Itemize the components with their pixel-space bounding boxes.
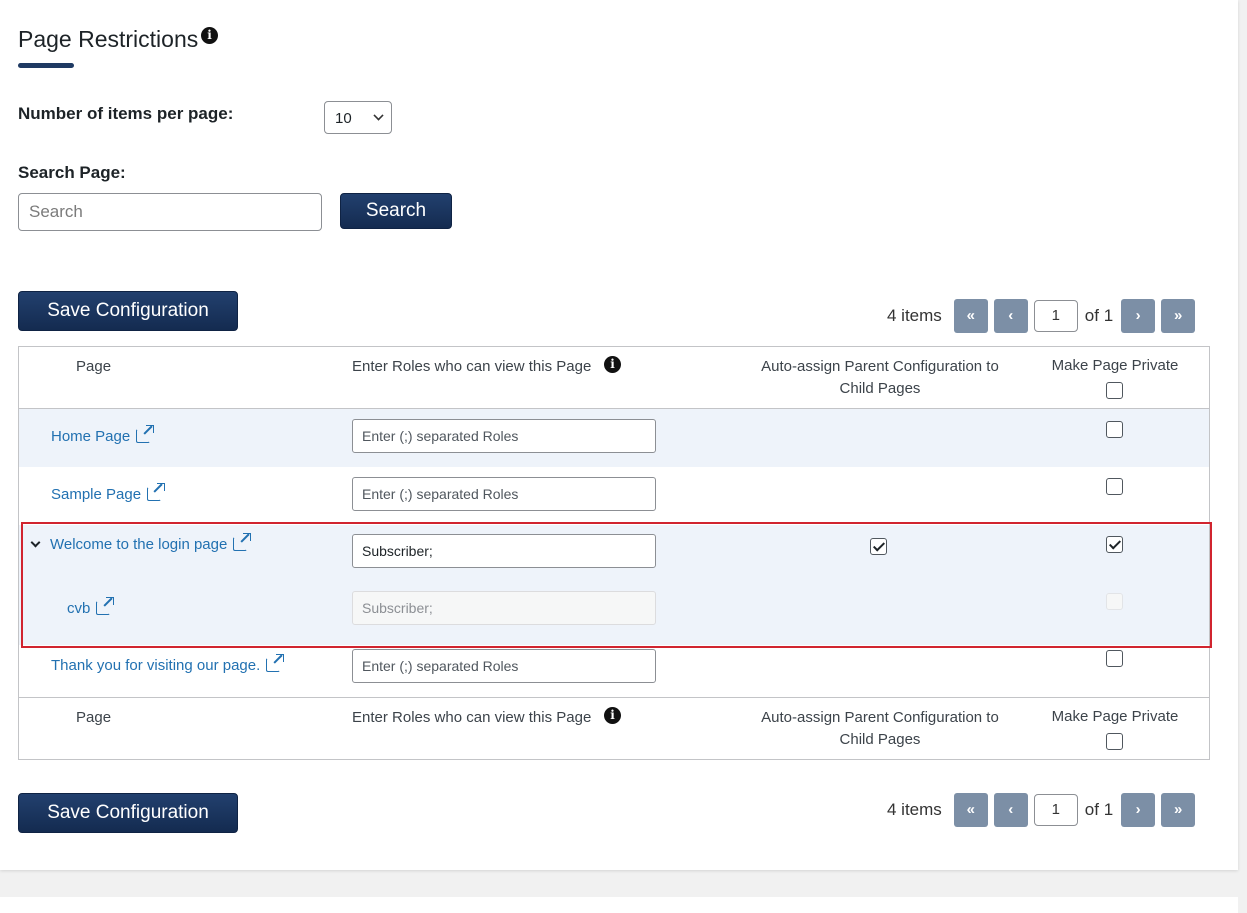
search-button[interactable]: Search (340, 193, 452, 229)
page-title: Page Restrictions (18, 26, 199, 52)
page-of-total: of 1 (1084, 800, 1114, 819)
page-link-sample[interactable]: Sample Page (51, 483, 166, 503)
page-name: Sample Page (51, 486, 142, 503)
table-row: Thank you for visiting our page. (19, 645, 1209, 697)
col-page-footer: Page (76, 709, 112, 726)
page-link-home[interactable]: Home Page (51, 425, 155, 445)
save-configuration-button-top[interactable]: Save Configuration (18, 291, 238, 331)
select-all-private-checkbox[interactable] (1106, 733, 1123, 750)
items-per-page-label: Number of items per page: (18, 104, 234, 123)
external-link-icon[interactable] (136, 425, 155, 443)
col-auto-assign-footer-line1: Auto-assign Parent Configuration to (761, 709, 999, 726)
items-per-page-select[interactable]: 10 (324, 101, 392, 134)
first-page-button[interactable]: « (953, 793, 988, 827)
page-name: Home Page (51, 428, 131, 445)
col-auto-assign-header-line1: Auto-assign Parent Configuration to (761, 358, 999, 375)
items-per-page-value: 10 (335, 110, 352, 127)
title-underline (18, 63, 74, 68)
make-private-checkbox[interactable] (1106, 478, 1123, 495)
next-page-button[interactable]: › (1121, 299, 1156, 333)
page-restrictions-panel: Page Restrictions i Number of items per … (0, 0, 1238, 870)
search-page-label: Search Page: (18, 163, 126, 182)
roles-input[interactable] (352, 649, 656, 683)
info-icon[interactable]: i (201, 27, 218, 44)
external-link-icon[interactable] (266, 654, 285, 672)
prev-page-button[interactable]: ‹ (993, 299, 1028, 333)
col-auto-assign-footer-line2: Child Pages (839, 731, 921, 748)
search-input[interactable] (18, 193, 322, 231)
external-link-icon[interactable] (147, 483, 166, 501)
col-private-footer: Make Page Private (1051, 708, 1179, 725)
table-header: Page Enter Roles who can view this Page … (19, 347, 1209, 409)
make-private-checkbox[interactable] (1106, 421, 1123, 438)
col-private-header: Make Page Private (1051, 357, 1179, 374)
info-icon[interactable]: i (604, 356, 621, 373)
make-private-checkbox[interactable] (1106, 650, 1123, 667)
table-row: Home Page (19, 409, 1209, 467)
current-page-input[interactable]: 1 (1033, 300, 1078, 332)
select-all-private-checkbox[interactable] (1106, 382, 1123, 399)
col-page-header: Page (76, 358, 112, 375)
col-roles-header: Enter Roles who can view this Page (352, 358, 592, 375)
info-icon[interactable]: i (604, 707, 621, 724)
chevron-down-icon (373, 110, 384, 121)
col-roles-footer: Enter Roles who can view this Page (352, 709, 592, 726)
item-count: 4 items (887, 800, 942, 819)
highlight-box (21, 522, 1212, 648)
next-page-button[interactable]: › (1121, 793, 1156, 827)
last-page-button[interactable]: » (1161, 793, 1196, 827)
roles-input[interactable] (352, 477, 656, 511)
page-name: Thank you for visiting our page. (51, 657, 261, 674)
last-page-button[interactable]: » (1161, 299, 1196, 333)
current-page-input[interactable]: 1 (1033, 794, 1078, 826)
roles-input[interactable] (352, 419, 656, 453)
table-footer: Page Enter Roles who can view this Page … (19, 698, 1209, 760)
page-link-thank-you[interactable]: Thank you for visiting our page. (51, 654, 285, 674)
first-page-button[interactable]: « (953, 299, 988, 333)
col-auto-assign-header-line2: Child Pages (839, 380, 921, 397)
next-panel (0, 897, 1238, 913)
table-row: Sample Page (19, 467, 1209, 525)
save-configuration-button-bottom[interactable]: Save Configuration (18, 793, 238, 833)
pagination-bottom: 4 items « ‹ 1 of 1 › » (887, 793, 1201, 827)
page-of-total: of 1 (1084, 306, 1114, 325)
pagination-top: 4 items « ‹ 1 of 1 › » (887, 299, 1201, 333)
item-count: 4 items (887, 306, 942, 325)
prev-page-button[interactable]: ‹ (993, 793, 1028, 827)
